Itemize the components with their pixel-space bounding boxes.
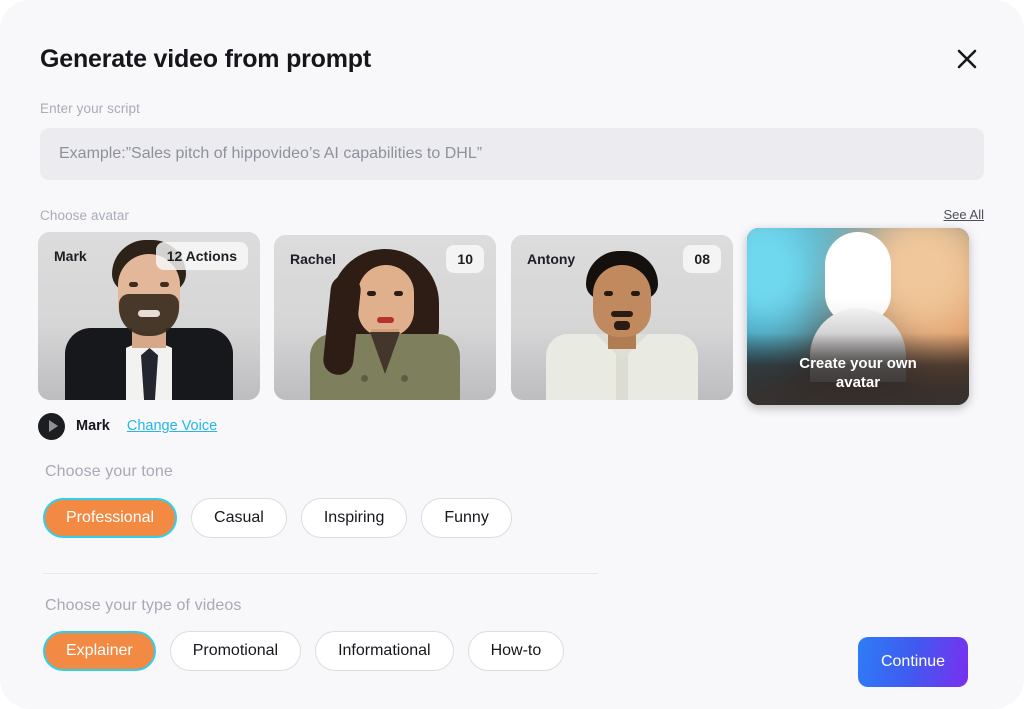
avatar-list: Mark 12 Actions Rachel 10 Antony 08 Crea…	[38, 228, 986, 407]
create-own-avatar-label: Create your own avatar	[747, 354, 969, 392]
avatar-actions-badge: 08	[683, 245, 721, 273]
choose-avatar-label: Choose avatar	[40, 208, 130, 223]
tone-chip-casual[interactable]: Casual	[191, 498, 287, 538]
avatar-actions-badge: 10	[446, 245, 484, 273]
see-all-link[interactable]: See All	[944, 207, 984, 222]
generate-video-modal: Generate video from prompt Enter your sc…	[0, 0, 1024, 709]
close-icon	[956, 48, 978, 70]
avatar-actions-badge: 12 Actions	[155, 242, 248, 270]
avatar-name: Antony	[527, 251, 576, 267]
script-label: Enter your script	[40, 101, 140, 116]
video-type-chip-explainer[interactable]: Explainer	[43, 631, 156, 671]
play-icon[interactable]	[38, 412, 65, 440]
avatar-card-mark[interactable]: Mark 12 Actions	[38, 232, 260, 400]
video-type-chip-how-to[interactable]: How-to	[467, 631, 565, 671]
page-title: Generate video from prompt	[40, 45, 371, 73]
tone-chip-inspiring[interactable]: Inspiring	[300, 498, 408, 538]
create-own-avatar-card[interactable]: Create your own avatar	[747, 228, 969, 405]
tone-chip-professional[interactable]: Professional	[43, 498, 178, 538]
avatar-name: Mark	[54, 248, 87, 264]
create-own-line2: avatar	[835, 374, 881, 391]
video-type-chip-promotional[interactable]: Promotional	[169, 631, 302, 671]
choose-tone-label: Choose your tone	[45, 463, 173, 480]
continue-button[interactable]: Continue	[858, 637, 968, 687]
avatar-name: Rachel	[290, 251, 336, 267]
video-type-chip-informational[interactable]: Informational	[315, 631, 454, 671]
choose-video-type-label: Choose your type of videos	[45, 597, 242, 614]
create-own-line1: Create your own	[799, 355, 917, 372]
script-input[interactable]	[40, 128, 984, 180]
close-button[interactable]	[950, 42, 984, 76]
modal-header: Generate video from prompt	[40, 36, 984, 82]
avatar-card-antony[interactable]: Antony 08	[511, 235, 733, 400]
tone-chip-group: Professional Casual Inspiring Funny	[43, 498, 512, 538]
voice-row: Mark Change Voice	[38, 412, 217, 440]
section-divider	[43, 573, 598, 574]
tone-chip-funny[interactable]: Funny	[421, 498, 512, 538]
avatar-card-rachel[interactable]: Rachel 10	[274, 235, 496, 400]
video-type-chip-group: Explainer Promotional Informational How-…	[43, 631, 565, 671]
change-voice-link[interactable]: Change Voice	[127, 418, 217, 434]
voice-name: Mark	[76, 418, 110, 434]
